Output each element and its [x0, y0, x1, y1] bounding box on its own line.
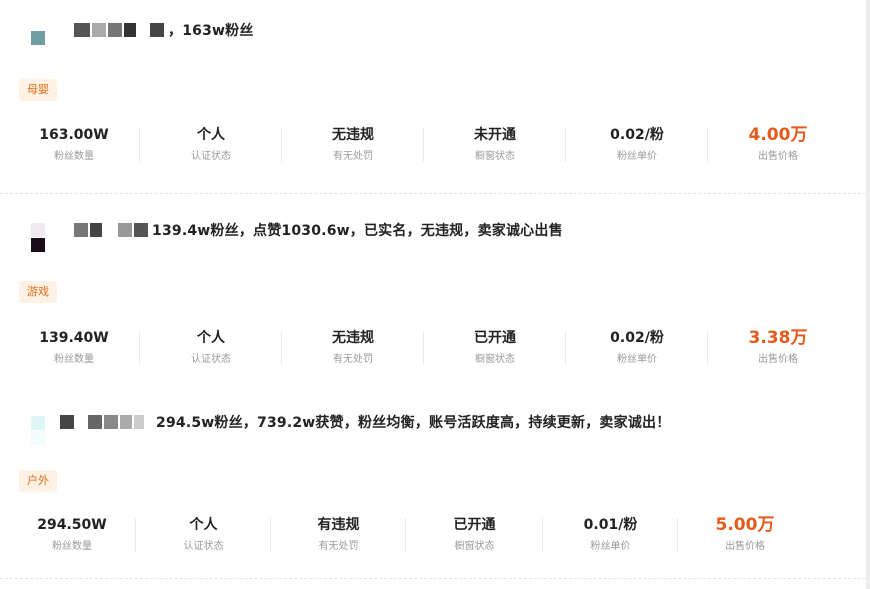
listing-title: 294.5w粉丝，739.2w获赞，粉丝均衡，账号活跃度高，持续更新，卖家诚出！	[156, 415, 671, 431]
category-tag: 户外	[19, 470, 57, 492]
stat-value: 个人	[189, 517, 218, 533]
stat-value: 已开通	[453, 517, 496, 533]
stat-value: 无违规	[332, 330, 374, 346]
category-tag: 游戏	[19, 281, 57, 303]
stat-value: 个人	[197, 330, 225, 346]
avatar	[31, 431, 45, 445]
stat-verification: 个人 认证状态	[140, 126, 282, 163]
stat-value: 0.02/粉	[610, 330, 664, 346]
stat-value: 139.40W	[39, 330, 109, 346]
stat-value: 3.38万	[748, 328, 808, 348]
redacted-name	[134, 223, 148, 237]
stat-value: 4.00万	[748, 125, 808, 145]
stat-sale-price: 5.00万 出售价格	[678, 516, 812, 553]
listing-title-row: 139.4w粉丝，点赞1030.6w，已实名，无违规，卖家诚心出售	[74, 220, 563, 240]
stat-value: 0.01/粉	[583, 517, 638, 533]
redacted-name	[92, 23, 106, 37]
listing-card[interactable]: 294.5w粉丝，739.2w获赞，粉丝均衡，账号活跃度高，持续更新，卖家诚出！…	[0, 395, 866, 585]
redacted-name	[124, 23, 136, 37]
stat-showcase: 已开通 橱窗状态	[406, 516, 543, 553]
listing-title: ，163w粉丝	[168, 23, 254, 39]
stat-value: 163.00W	[39, 127, 109, 143]
stat-sale-price: 4.00万 出售价格	[708, 126, 848, 163]
redacted-name	[88, 415, 102, 429]
stat-penalty: 有违规 有无处罚	[271, 516, 406, 553]
stat-showcase: 未开通 橱窗状态	[424, 126, 566, 163]
redacted-name	[74, 223, 88, 237]
stat-unit-price: 0.02/粉 粉丝单价	[566, 329, 708, 366]
card-divider	[0, 578, 866, 579]
listing-page: ，163w粉丝 母婴 163.00W 粉丝数量 个人 认证状态 无违规 有无处罚…	[0, 0, 870, 589]
stat-label: 粉丝数量	[54, 354, 94, 365]
redacted-name	[120, 415, 132, 429]
stat-penalty: 无违规 有无处罚	[282, 329, 424, 366]
redacted-name	[74, 23, 90, 37]
avatar	[31, 31, 45, 45]
stat-value: 个人	[197, 127, 225, 143]
stat-unit-price: 0.01/粉 粉丝单价	[543, 516, 678, 553]
redacted-name	[60, 415, 74, 429]
stat-value: 未开通	[474, 127, 516, 143]
stat-value: 已开通	[474, 330, 516, 346]
stat-value: 0.02/粉	[610, 127, 664, 143]
stat-penalty: 无违规 有无处罚	[282, 126, 424, 163]
stats-row: 139.40W 粉丝数量 个人 认证状态 无违规 有无处罚 已开通 橱窗状态 0…	[8, 329, 848, 366]
avatar	[31, 416, 45, 430]
stat-label: 粉丝数量	[54, 151, 94, 162]
category-tag: 母婴	[19, 79, 57, 101]
avatar	[31, 238, 45, 252]
card-divider	[0, 193, 866, 194]
stat-label: 粉丝单价	[617, 354, 657, 365]
redacted-name	[90, 223, 102, 237]
stat-label: 有无处罚	[318, 541, 359, 552]
stat-label: 橱窗状态	[454, 541, 495, 552]
listing-card[interactable]: 139.4w粉丝，点赞1030.6w，已实名，无违规，卖家诚心出售 游戏 139…	[0, 200, 866, 395]
stat-label: 粉丝数量	[52, 541, 92, 552]
stat-label: 出售价格	[725, 541, 765, 552]
stat-label: 出售价格	[758, 354, 798, 365]
stats-row: 294.50W 粉丝数量 个人 认证状态 有违规 有无处罚 已开通 橱窗状态 0…	[8, 516, 812, 553]
stat-followers: 139.40W 粉丝数量	[8, 329, 140, 366]
stat-value: 5.00万	[715, 515, 775, 535]
redacted-name	[134, 415, 144, 429]
redacted-name	[118, 223, 132, 237]
redacted-name	[108, 23, 122, 37]
stat-label: 认证状态	[191, 151, 231, 162]
stat-value: 无违规	[332, 127, 374, 143]
redacted-name	[104, 415, 118, 429]
stat-unit-price: 0.02/粉 粉丝单价	[566, 126, 708, 163]
stat-label: 橱窗状态	[475, 354, 515, 365]
stat-followers: 163.00W 粉丝数量	[8, 126, 140, 163]
stat-followers: 294.50W 粉丝数量	[8, 516, 136, 553]
listing-title-row: ，163w粉丝	[74, 20, 254, 40]
stat-sale-price: 3.38万 出售价格	[708, 329, 848, 366]
stat-value: 有违规	[317, 517, 360, 533]
scrollbar-track[interactable]	[866, 0, 870, 589]
stat-label: 粉丝单价	[590, 541, 631, 552]
listing-card[interactable]: ，163w粉丝 母婴 163.00W 粉丝数量 个人 认证状态 无违规 有无处罚…	[0, 0, 866, 190]
stat-verification: 个人 认证状态	[136, 516, 271, 553]
stat-verification: 个人 认证状态	[140, 329, 282, 366]
redacted-name	[150, 23, 164, 37]
stat-label: 有无处罚	[333, 151, 373, 162]
stat-label: 有无处罚	[333, 354, 373, 365]
stat-label: 认证状态	[183, 541, 224, 552]
listing-title: 139.4w粉丝，点赞1030.6w，已实名，无违规，卖家诚心出售	[152, 223, 563, 239]
stat-label: 出售价格	[758, 151, 798, 162]
listing-title-row: 294.5w粉丝，739.2w获赞，粉丝均衡，账号活跃度高，持续更新，卖家诚出！	[60, 412, 670, 432]
stat-showcase: 已开通 橱窗状态	[424, 329, 566, 366]
stat-label: 粉丝单价	[617, 151, 657, 162]
avatar	[31, 223, 45, 237]
stat-label: 橱窗状态	[475, 151, 515, 162]
stat-value: 294.50W	[37, 517, 107, 533]
stat-label: 认证状态	[191, 354, 231, 365]
stats-row: 163.00W 粉丝数量 个人 认证状态 无违规 有无处罚 未开通 橱窗状态 0…	[8, 126, 848, 163]
